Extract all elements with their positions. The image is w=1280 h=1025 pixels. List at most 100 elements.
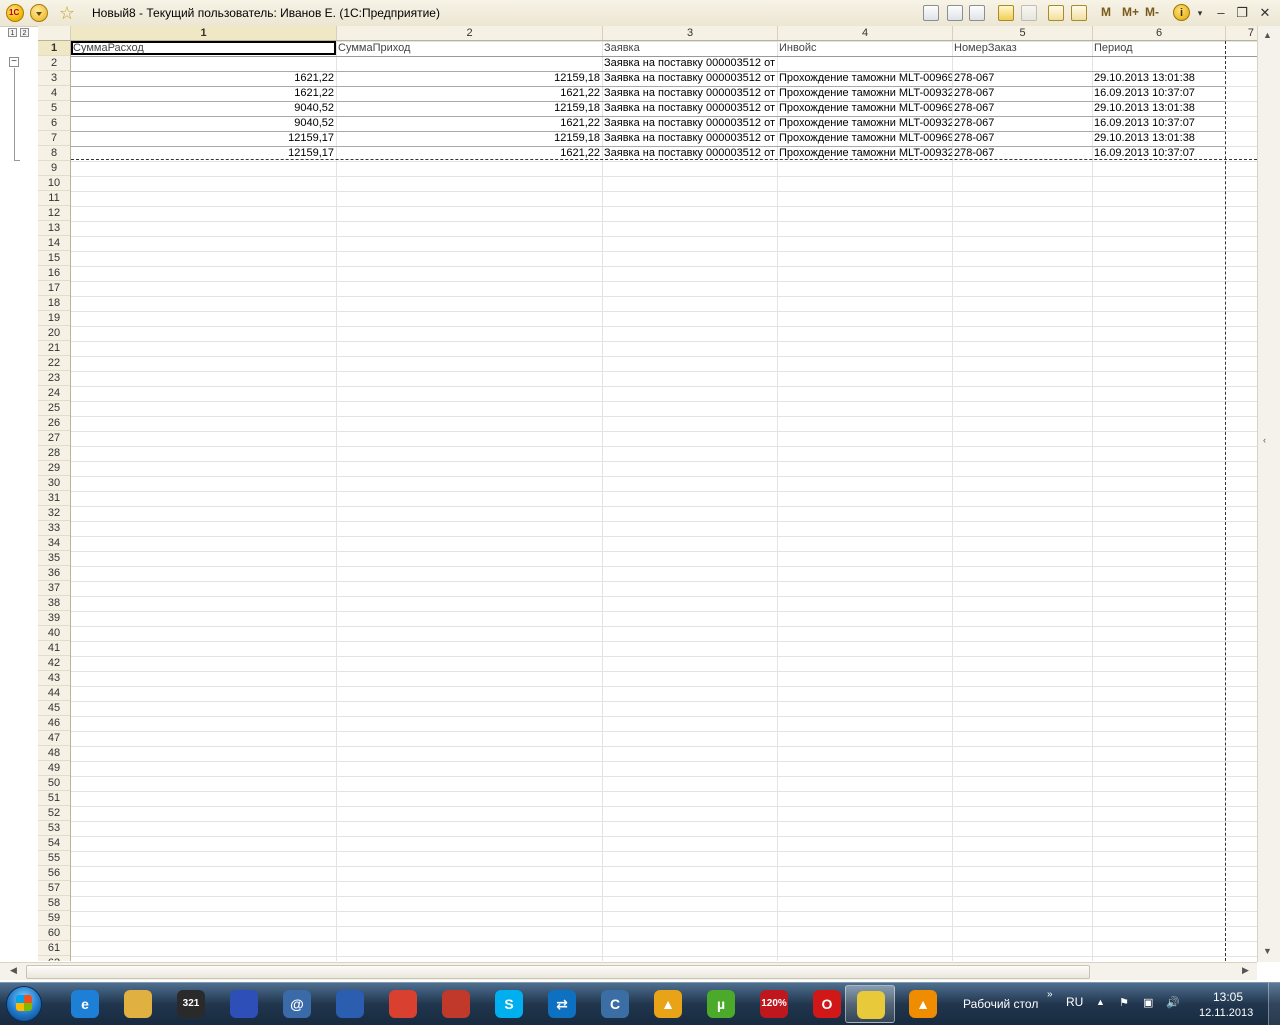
calendar-icon[interactable] — [1071, 5, 1087, 21]
row-header-46[interactable]: 46 — [38, 716, 70, 731]
column-header-1[interactable]: 1 — [71, 26, 337, 40]
data-cell[interactable]: 16.09.2013 10:37:07 — [1092, 116, 1225, 131]
memory-store-button[interactable]: M — [1101, 5, 1111, 19]
data-cell[interactable]: 278-067 — [952, 71, 1092, 86]
action-center-flag-icon[interactable]: ⚑ — [1119, 997, 1132, 1009]
data-cell[interactable]: 278-067 — [952, 86, 1092, 101]
taskbar-app-skype[interactable]: S — [484, 985, 534, 1023]
taskbar-app-media-player-classic[interactable]: 321 — [166, 985, 216, 1023]
data-cell[interactable]: Заявка на поставку 000003512 от — [602, 146, 777, 161]
column-header-6[interactable]: 6 — [1093, 26, 1226, 40]
taskbar-app-paint-brush[interactable] — [431, 985, 481, 1023]
taskbar-app-aimp[interactable]: ▲ — [643, 985, 693, 1023]
desktop-toolbar-label[interactable]: Рабочий стол — [963, 997, 1038, 1011]
column-header-2[interactable]: 2 — [337, 26, 603, 40]
header-cell[interactable]: НомерЗаказ — [952, 41, 1092, 56]
taskbar-app-internet-explorer[interactable]: e — [60, 985, 110, 1023]
row-header-29[interactable]: 29 — [38, 461, 70, 476]
row-header-42[interactable]: 42 — [38, 656, 70, 671]
horizontal-scrollbar[interactable]: ◀ ▶ — [0, 962, 1257, 980]
row-header-28[interactable]: 28 — [38, 446, 70, 461]
row-header-48[interactable]: 48 — [38, 746, 70, 761]
group-row-cell[interactable] — [336, 56, 602, 71]
close-button[interactable]: ✕ — [1255, 4, 1275, 22]
minimize-button[interactable]: – — [1211, 4, 1231, 22]
row-header-54[interactable]: 54 — [38, 836, 70, 851]
calculator-icon[interactable] — [1048, 5, 1064, 21]
row-header-36[interactable]: 36 — [38, 566, 70, 581]
row-header-16[interactable]: 16 — [38, 266, 70, 281]
scroll-grip-icon[interactable]: ‹ — [1263, 435, 1266, 445]
row-header-20[interactable]: 20 — [38, 326, 70, 341]
vertical-scrollbar[interactable]: ▲ ‹ ▼ — [1257, 26, 1280, 962]
add-favorite-icon[interactable] — [998, 5, 1014, 21]
row-header-32[interactable]: 32 — [38, 506, 70, 521]
save-icon[interactable] — [923, 5, 939, 21]
row-header-26[interactable]: 26 — [38, 416, 70, 431]
row-header-47[interactable]: 47 — [38, 731, 70, 746]
data-cell[interactable]: 278-067 — [952, 131, 1092, 146]
row-header-40[interactable]: 40 — [38, 626, 70, 641]
row-header-41[interactable]: 41 — [38, 641, 70, 656]
row-header-27[interactable]: 27 — [38, 431, 70, 446]
taskbar-app-teamviewer[interactable]: ⇄ — [537, 985, 587, 1023]
row-header-14[interactable]: 14 — [38, 236, 70, 251]
onec-logo-icon[interactable]: 1С — [6, 4, 24, 22]
row-header-61[interactable]: 61 — [38, 941, 70, 956]
horizontal-scroll-thumb[interactable] — [26, 965, 1090, 979]
row-header-35[interactable]: 35 — [38, 551, 70, 566]
data-cell[interactable]: Прохождение таможни MLT-00969 — [777, 101, 952, 116]
data-cell[interactable]: Заявка на поставку 000003512 от — [602, 116, 777, 131]
taskbar-app-email-client[interactable]: @ — [272, 985, 322, 1023]
row-header-49[interactable]: 49 — [38, 761, 70, 776]
toolbar-chevron-icon[interactable]: » — [1047, 989, 1053, 1000]
column-header-3[interactable]: 3 — [603, 26, 778, 40]
print-icon[interactable] — [947, 5, 963, 21]
memory-subtract-button[interactable]: M- — [1145, 5, 1159, 19]
group-row-cell[interactable] — [952, 56, 1092, 71]
row-header-10[interactable]: 10 — [38, 176, 70, 191]
memory-add-button[interactable]: M+ — [1122, 5, 1139, 19]
row-header-37[interactable]: 37 — [38, 581, 70, 596]
data-cell[interactable]: 16.09.2013 10:37:07 — [1092, 86, 1225, 101]
row-header-45[interactable]: 45 — [38, 701, 70, 716]
row-header-53[interactable]: 53 — [38, 821, 70, 836]
scroll-left-icon[interactable]: ◀ — [10, 965, 17, 976]
group-level-1-button[interactable]: 1 — [8, 28, 17, 37]
row-header-1[interactable]: 1 — [38, 41, 70, 56]
data-cell[interactable]: 1621,22 — [336, 86, 602, 101]
data-cell[interactable]: Прохождение таможни MLT-00969 — [777, 71, 952, 86]
taskbar-app-ccleaner[interactable]: C — [590, 985, 640, 1023]
row-header-15[interactable]: 15 — [38, 251, 70, 266]
row-header-34[interactable]: 34 — [38, 536, 70, 551]
row-header-44[interactable]: 44 — [38, 686, 70, 701]
taskbar-app-file-explorer[interactable] — [113, 985, 163, 1023]
data-cell[interactable]: 1621,22 — [71, 86, 336, 101]
data-cell[interactable]: 1621,22 — [336, 116, 602, 131]
taskbar-app-calculator-grid[interactable] — [325, 985, 375, 1023]
taskbar-app-utorrent[interactable]: µ — [696, 985, 746, 1023]
language-indicator[interactable]: RU — [1066, 995, 1083, 1009]
row-header-11[interactable]: 11 — [38, 191, 70, 206]
taskbar-app-onec-enterprise[interactable] — [845, 985, 895, 1023]
data-cell[interactable]: Прохождение таможни MLT-00969 — [777, 131, 952, 146]
data-cell[interactable]: 278-067 — [952, 116, 1092, 131]
row-header-51[interactable]: 51 — [38, 791, 70, 806]
volume-icon[interactable]: 🔊 — [1166, 997, 1180, 1009]
header-cell[interactable]: Заявка — [602, 41, 777, 56]
row-header-4[interactable]: 4 — [38, 86, 70, 101]
scroll-up-icon[interactable]: ▲ — [1263, 30, 1272, 40]
data-cell[interactable]: Прохождение таможни MLT-00932 — [777, 146, 952, 161]
corner-cell[interactable] — [38, 26, 71, 40]
cell-grid[interactable]: СуммаРасход СуммаПриход Заявка Инвойс НомерЗ… — [71, 41, 1257, 961]
row-header-18[interactable]: 18 — [38, 296, 70, 311]
print-preview-icon[interactable] — [969, 5, 985, 21]
data-cell[interactable]: Прохождение таможни MLT-00932 — [777, 86, 952, 101]
row-header-43[interactable]: 43 — [38, 671, 70, 686]
info-button[interactable]: i — [1173, 4, 1190, 21]
data-cell[interactable]: 12159,18 — [336, 101, 602, 116]
data-cell[interactable]: 29.10.2013 13:01:38 — [1092, 131, 1225, 146]
group-row-cell[interactable] — [71, 56, 336, 71]
row-header-3[interactable]: 3 — [38, 71, 70, 86]
column-header-7[interactable]: 7 — [1226, 26, 1258, 40]
